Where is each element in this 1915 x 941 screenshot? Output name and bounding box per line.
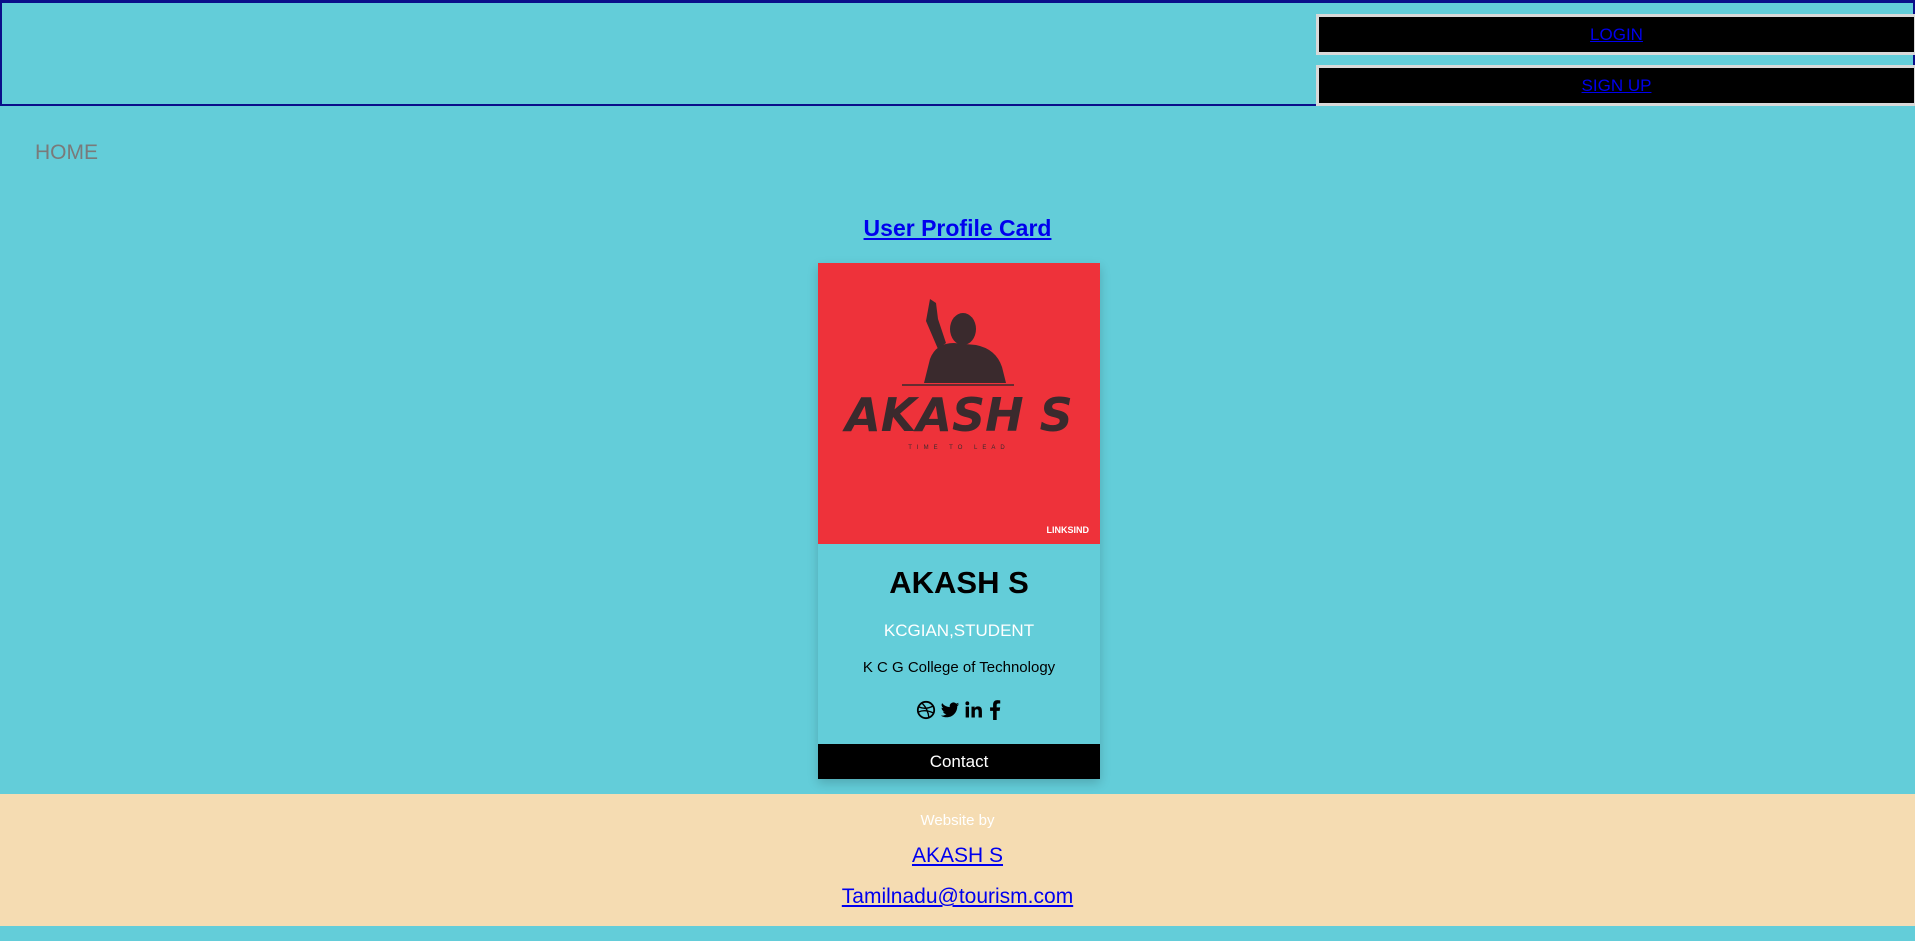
footer-email-link[interactable]: Tamilnadu@tourism.com [0,885,1915,909]
profile-image: AKASH S TIME TO LEAD LINKSIND [818,263,1100,544]
profile-role: KCGIAN,STUDENT [883,621,1035,640]
linkedin-icon[interactable] [964,700,984,720]
profile-name: AKASH S [889,565,1029,600]
logo-tagline: TIME TO LEAD [908,445,1009,451]
signup-button[interactable]: SIGN UP [1316,65,1915,106]
social-links [818,697,1100,723]
top-header: LOGIN SIGN UP [0,0,1915,106]
page-title[interactable]: User Profile Card [0,215,1915,242]
dribbble-icon[interactable] [916,700,936,720]
profile-logo-graphic: AKASH S TIME TO LEAD LINKSIND [842,299,1090,535]
nav-home-link[interactable]: HOME [35,141,98,165]
footer: Website by AKASH S Tamilnadu@tourism.com [0,794,1915,926]
logo-text: AKASH S [842,388,1073,442]
image-watermark: LINKSIND [1047,525,1090,535]
contact-button[interactable]: Contact [818,744,1100,779]
footer-author-link[interactable]: AKASH S [0,844,1915,868]
footer-by-label: Website by [920,812,995,829]
facebook-icon[interactable] [988,700,1002,720]
twitter-icon[interactable] [940,700,960,720]
login-button[interactable]: LOGIN [1316,14,1915,55]
profile-college: K C G College of Technology [862,659,1056,676]
